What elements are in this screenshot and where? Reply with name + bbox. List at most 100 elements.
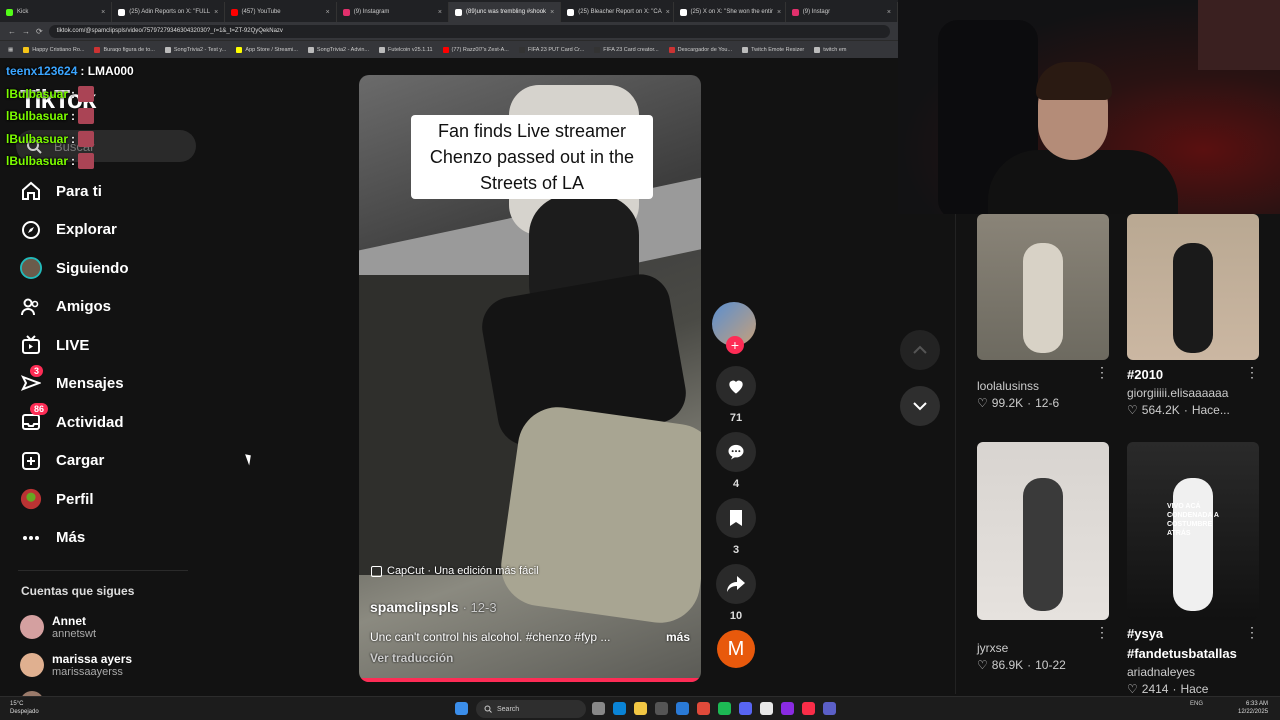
- like-button[interactable]: [716, 366, 756, 406]
- file-explorer-icon[interactable]: [634, 702, 647, 715]
- follow-plus-icon[interactable]: +: [726, 336, 744, 354]
- music-disc[interactable]: M: [717, 630, 755, 668]
- more-link[interactable]: más: [666, 630, 690, 644]
- capcut-tag[interactable]: CapCut · Una edición más fácil: [371, 565, 539, 577]
- browser-tab[interactable]: (25) Adin Reports on X: "FULL ×: [112, 2, 225, 22]
- bookmark-item[interactable]: SongTrivia2 - Advin...: [307, 46, 369, 53]
- sidebar-item-siguiendo[interactable]: Siguiendo: [20, 249, 220, 288]
- bookmark-item[interactable]: Happy Cristiano Ro...: [23, 46, 84, 53]
- chat-emote-icon: [78, 108, 95, 125]
- sidebar-item-perfil[interactable]: Perfil: [20, 480, 220, 519]
- spotify-icon[interactable]: [718, 702, 731, 715]
- weather-widget[interactable]: 15°C Despejado: [10, 700, 39, 716]
- more-options-icon[interactable]: ⋮: [1245, 364, 1274, 381]
- music-icon[interactable]: [802, 702, 815, 715]
- card-username[interactable]: ariadnaleyes: [1127, 664, 1259, 680]
- windows-start-icon[interactable]: [455, 702, 468, 715]
- close-tab-icon[interactable]: ×: [887, 9, 891, 16]
- upload-icon: [20, 450, 42, 472]
- app-icon[interactable]: [781, 702, 794, 715]
- obs-icon[interactable]: [760, 702, 773, 715]
- save-count: 3: [732, 544, 740, 556]
- author-avatar[interactable]: +: [712, 302, 756, 354]
- bookmark-item[interactable]: FIFA 23 Card creator...: [594, 46, 659, 53]
- video-player[interactable]: Fan finds Live streamer Chenzo passed ou…: [359, 75, 701, 682]
- video-thumbnail[interactable]: [1127, 214, 1259, 360]
- video-progress-bar[interactable]: [359, 678, 701, 682]
- reload-icon[interactable]: ⟳: [36, 27, 43, 36]
- heart-outline-icon: ♡: [977, 396, 988, 410]
- bookmark-item[interactable]: Descargador de You...: [668, 46, 732, 53]
- close-tab-icon[interactable]: ×: [666, 9, 670, 16]
- close-tab-icon[interactable]: ×: [101, 9, 105, 16]
- sidebar-item-amigos[interactable]: Amigos: [20, 288, 220, 327]
- card-username[interactable]: giorgiiiii.elisaaaaaa: [1127, 385, 1259, 401]
- comment-button[interactable]: [716, 432, 756, 472]
- discord-icon[interactable]: [739, 702, 752, 715]
- mail-icon[interactable]: [676, 702, 689, 715]
- video-username[interactable]: spamclipspls: [370, 599, 459, 615]
- sidebar-item-explorar[interactable]: Explorar: [20, 211, 220, 250]
- tab-favicon-icon: [118, 8, 126, 16]
- url-field[interactable]: tiktok.com/@spamclipspls/video/757972793…: [48, 24, 890, 38]
- bookmark-item[interactable]: App Store / Streami...: [236, 46, 298, 53]
- sidebar-item-cargar[interactable]: Cargar: [20, 442, 220, 481]
- video-thumbnail[interactable]: [977, 442, 1109, 620]
- bookmark-item[interactable]: Twitch Emote Resizer: [742, 46, 804, 53]
- close-tab-icon[interactable]: ×: [777, 9, 781, 16]
- browser-tab[interactable]: (25) X on X: "She won the entir ×: [674, 2, 786, 22]
- browser-tab[interactable]: Kick ×: [0, 2, 113, 22]
- bookmark-item[interactable]: Futelcoin v25.1.11: [379, 46, 433, 53]
- browser-tab[interactable]: (9) Instagr ×: [786, 2, 898, 22]
- close-tab-icon[interactable]: ×: [550, 9, 554, 16]
- clock[interactable]: 6:33 AM 12/22/2025: [1238, 700, 1268, 716]
- task-view-icon[interactable]: [592, 702, 605, 715]
- following-account[interactable]: marissa ayers marissaayerss: [20, 646, 200, 684]
- close-tab-icon[interactable]: ×: [326, 9, 330, 16]
- browser-tab[interactable]: (25) Bleacher Report on X: "CA ×: [561, 2, 674, 22]
- bookmark-item[interactable]: twitch em: [814, 46, 847, 53]
- browser-tab[interactable]: (89)unc was trembling #shook ×: [449, 2, 562, 22]
- bookmark-label: (77) Razz0l7's Zest-A...: [451, 46, 509, 53]
- card-title[interactable]: #ysya #fandetusbatallas: [1127, 624, 1259, 664]
- bookmark-item[interactable]: Buraqo figura de to...: [94, 46, 155, 53]
- store-icon[interactable]: [655, 702, 668, 715]
- sidebar-item-para-ti[interactable]: Para ti: [20, 172, 220, 211]
- taskbar-search[interactable]: Search: [476, 700, 586, 718]
- card-username[interactable]: loolalusinss: [977, 378, 1109, 394]
- bookmark-item[interactable]: SongTrivia2 - Test y...: [164, 46, 226, 53]
- sidebar-item-más[interactable]: Más: [20, 519, 220, 558]
- edge-icon[interactable]: [613, 702, 626, 715]
- apps-icon[interactable]: ▦: [8, 47, 13, 53]
- forward-icon[interactable]: →: [22, 27, 30, 36]
- tray-language[interactable]: ENG: [1190, 701, 1203, 707]
- bookmark-item[interactable]: FIFA 23 PUT Card Cr...: [518, 46, 584, 53]
- card-username[interactable]: jyrxse: [977, 640, 1109, 656]
- share-button[interactable]: [716, 564, 756, 604]
- more-options-icon[interactable]: ⋮: [1245, 624, 1274, 641]
- next-video-button[interactable]: [900, 386, 940, 426]
- bookmark-favicon-icon: [518, 46, 525, 53]
- teams-icon[interactable]: [823, 702, 836, 715]
- video-thumbnail[interactable]: [977, 214, 1109, 360]
- back-icon[interactable]: ←: [8, 27, 16, 36]
- sidebar-item-actividad[interactable]: 86 Actividad: [20, 403, 220, 442]
- sidebar-item-live[interactable]: LIVE: [20, 326, 220, 365]
- tab-label: Kick: [17, 9, 29, 15]
- following-account[interactable]: Annet annetswt: [20, 608, 200, 646]
- close-tab-icon[interactable]: ×: [438, 9, 442, 16]
- like-count: 71: [729, 412, 743, 424]
- previous-video-button[interactable]: [900, 330, 940, 370]
- card-title[interactable]: #2010: [1127, 365, 1259, 385]
- close-tab-icon[interactable]: ×: [214, 9, 218, 16]
- bookmark-item[interactable]: (77) Razz0l7's Zest-A...: [442, 46, 509, 53]
- sidebar-item-mensajes[interactable]: 3 Mensajes: [20, 364, 220, 404]
- save-button[interactable]: [716, 498, 756, 538]
- chrome-icon[interactable]: [697, 702, 710, 715]
- video-author[interactable]: spamclipspls · 12-3: [370, 599, 497, 615]
- video-thumbnail[interactable]: VIVO ACÁ CONDENADA A COSTUMBRE ATRÁS: [1127, 442, 1259, 620]
- card-date: 12-6: [1035, 396, 1060, 410]
- browser-tab[interactable]: (9) Instagram ×: [337, 2, 449, 22]
- browser-tab[interactable]: (457) YouTube ×: [225, 2, 337, 22]
- translate-link[interactable]: Ver traducción: [370, 651, 453, 665]
